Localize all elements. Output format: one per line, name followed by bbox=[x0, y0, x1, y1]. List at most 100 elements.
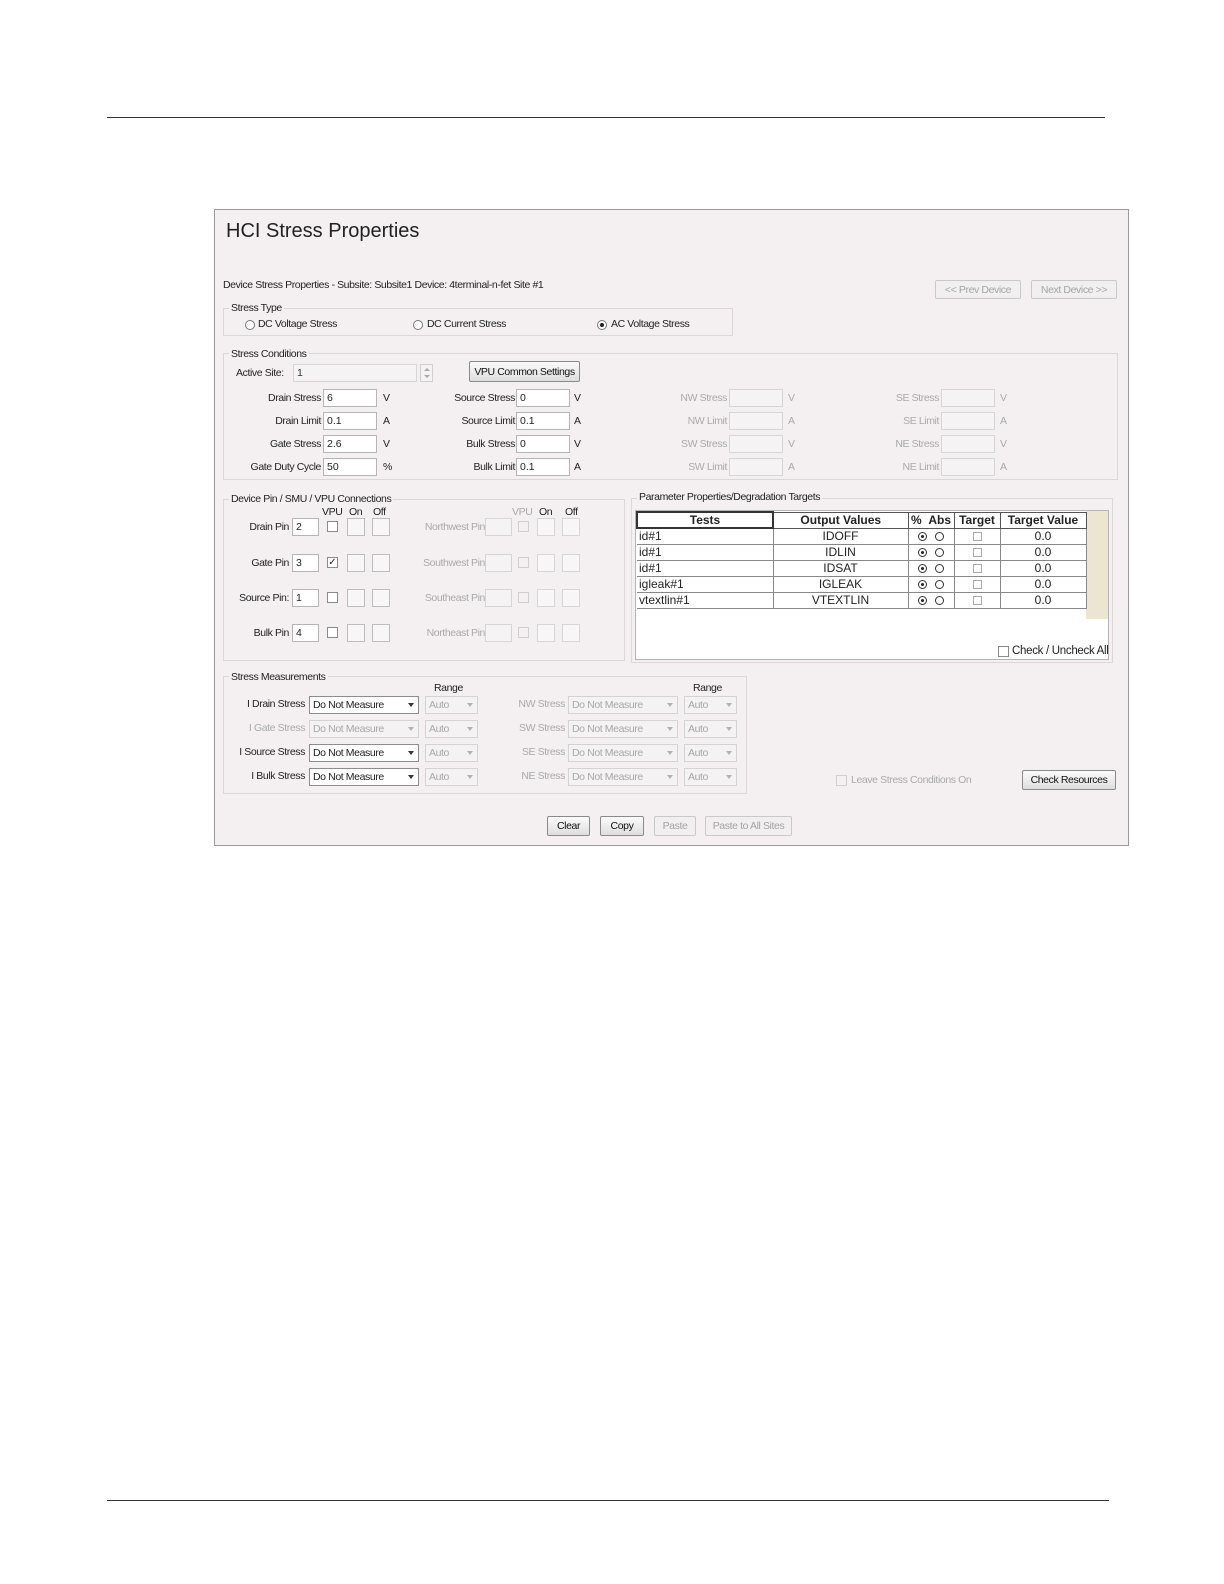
clear-button[interactable]: Clear bbox=[547, 816, 590, 836]
pct-radio[interactable] bbox=[918, 532, 927, 541]
col-tests[interactable]: Tests bbox=[636, 511, 774, 529]
ne-limit-field[interactable] bbox=[941, 458, 995, 476]
drain-pin-off-box[interactable] bbox=[372, 518, 390, 536]
table-row[interactable]: vtextlin#1 VTEXTLIN 0.0 bbox=[637, 592, 1087, 609]
i-gate-stress-select[interactable]: Do Not Measure bbox=[309, 720, 419, 738]
col-output-values[interactable]: Output Values bbox=[772, 511, 909, 529]
source-stress-field[interactable]: 0 bbox=[516, 389, 570, 407]
check-uncheck-all-checkbox[interactable] bbox=[998, 646, 1009, 657]
prev-device-button[interactable]: << Prev Device bbox=[935, 280, 1021, 299]
ne-stress-meas-select[interactable]: Do Not Measure bbox=[568, 768, 678, 786]
abs-radio[interactable] bbox=[935, 596, 944, 605]
source-pin-vpu-checkbox[interactable] bbox=[327, 592, 338, 603]
bulk-pin-vpu-checkbox[interactable] bbox=[327, 627, 338, 638]
i-gate-range-select[interactable]: Auto bbox=[425, 720, 478, 738]
table-row[interactable]: id#1 IDLIN 0.0 bbox=[637, 544, 1087, 561]
nw-limit-field[interactable] bbox=[729, 412, 783, 430]
i-source-stress-select[interactable]: Do Not Measure bbox=[309, 744, 419, 762]
abs-radio[interactable] bbox=[935, 532, 944, 541]
row-target-value[interactable]: 0.0 bbox=[1000, 528, 1087, 545]
drain-pin-vpu-checkbox[interactable] bbox=[327, 521, 338, 532]
col-pct-abs[interactable]: % Abs bbox=[907, 511, 955, 529]
gate-pin-on-box[interactable] bbox=[347, 554, 365, 572]
drain-limit-field[interactable]: 0.1 bbox=[323, 412, 377, 430]
southeast-pin-field[interactable] bbox=[485, 589, 512, 607]
dc-current-stress-radio[interactable] bbox=[413, 320, 423, 330]
gate-pin-vpu-checkbox[interactable]: ✓ bbox=[327, 557, 338, 568]
dc-voltage-stress-radio[interactable] bbox=[245, 320, 255, 330]
table-row[interactable]: id#1 IDSAT 0.0 bbox=[637, 560, 1087, 577]
source-limit-field[interactable]: 0.1 bbox=[516, 412, 570, 430]
leave-stress-conditions-on-checkbox[interactable] bbox=[836, 775, 847, 786]
gate-duty-cycle-field[interactable]: 50 bbox=[323, 458, 377, 476]
northwest-pin-on-box[interactable] bbox=[537, 518, 555, 536]
bulk-stress-field[interactable]: 0 bbox=[516, 435, 570, 453]
drain-stress-field[interactable]: 6 bbox=[323, 389, 377, 407]
drain-pin-field[interactable]: 2 bbox=[292, 518, 319, 536]
target-checkbox[interactable] bbox=[972, 580, 982, 589]
southwest-pin-field[interactable] bbox=[485, 554, 512, 572]
sw-stress-field[interactable] bbox=[729, 435, 783, 453]
northeast-pin-off-box[interactable] bbox=[562, 624, 580, 642]
source-pin-field[interactable]: 1 bbox=[292, 589, 319, 607]
target-checkbox[interactable] bbox=[972, 564, 982, 573]
drain-pin-on-box[interactable] bbox=[347, 518, 365, 536]
table-row[interactable]: igleak#1 IGLEAK 0.0 bbox=[637, 576, 1087, 593]
bulk-limit-field[interactable]: 0.1 bbox=[516, 458, 570, 476]
pct-radio[interactable] bbox=[918, 580, 927, 589]
se-stress-field[interactable] bbox=[941, 389, 995, 407]
nw-range-select[interactable]: Auto bbox=[684, 696, 737, 714]
vpu-common-settings-button[interactable]: VPU Common Settings bbox=[469, 361, 580, 382]
southeast-pin-vpu-checkbox[interactable] bbox=[518, 592, 529, 603]
target-checkbox[interactable] bbox=[972, 532, 982, 541]
i-drain-stress-select[interactable]: Do Not Measure bbox=[309, 696, 419, 714]
northeast-pin-field[interactable] bbox=[485, 624, 512, 642]
col-target[interactable]: Target bbox=[953, 511, 1001, 529]
northeast-pin-on-box[interactable] bbox=[537, 624, 555, 642]
sw-limit-field[interactable] bbox=[729, 458, 783, 476]
southwest-pin-off-box[interactable] bbox=[562, 554, 580, 572]
bulk-pin-off-box[interactable] bbox=[372, 624, 390, 642]
se-range-select[interactable]: Auto bbox=[684, 744, 737, 762]
i-bulk-range-select[interactable]: Auto bbox=[425, 768, 478, 786]
paste-button[interactable]: Paste bbox=[654, 816, 696, 836]
grid-scroll-area[interactable] bbox=[1086, 511, 1108, 619]
active-site-field[interactable]: 1 bbox=[293, 364, 417, 382]
active-site-spinner[interactable] bbox=[420, 364, 433, 382]
southeast-pin-on-box[interactable] bbox=[537, 589, 555, 607]
i-drain-range-select[interactable]: Auto bbox=[425, 696, 478, 714]
se-limit-field[interactable] bbox=[941, 412, 995, 430]
nw-stress-meas-select[interactable]: Do Not Measure bbox=[568, 696, 678, 714]
bulk-pin-on-box[interactable] bbox=[347, 624, 365, 642]
nw-stress-field[interactable] bbox=[729, 389, 783, 407]
i-bulk-stress-select[interactable]: Do Not Measure bbox=[309, 768, 419, 786]
target-checkbox[interactable] bbox=[972, 596, 982, 605]
gate-pin-field[interactable]: 3 bbox=[292, 554, 319, 572]
col-target-value[interactable]: Target Value bbox=[999, 511, 1087, 529]
row-target-value[interactable]: 0.0 bbox=[1000, 576, 1087, 593]
row-target-value[interactable]: 0.0 bbox=[1000, 560, 1087, 577]
paste-to-all-sites-button[interactable]: Paste to All Sites bbox=[705, 816, 792, 836]
gate-pin-off-box[interactable] bbox=[372, 554, 390, 572]
abs-radio[interactable] bbox=[935, 564, 944, 573]
abs-radio[interactable] bbox=[935, 548, 944, 557]
row-target-value[interactable]: 0.0 bbox=[1000, 592, 1087, 609]
copy-button[interactable]: Copy bbox=[600, 816, 644, 836]
southwest-pin-vpu-checkbox[interactable] bbox=[518, 557, 529, 568]
northwest-pin-field[interactable] bbox=[485, 518, 512, 536]
southeast-pin-off-box[interactable] bbox=[562, 589, 580, 607]
gate-stress-field[interactable]: 2.6 bbox=[323, 435, 377, 453]
se-stress-meas-select[interactable]: Do Not Measure bbox=[568, 744, 678, 762]
northwest-pin-off-box[interactable] bbox=[562, 518, 580, 536]
bulk-pin-field[interactable]: 4 bbox=[292, 624, 319, 642]
abs-radio[interactable] bbox=[935, 580, 944, 589]
northwest-pin-vpu-checkbox[interactable] bbox=[518, 521, 529, 532]
check-resources-button[interactable]: Check Resources bbox=[1022, 770, 1116, 790]
source-pin-on-box[interactable] bbox=[347, 589, 365, 607]
sw-range-select[interactable]: Auto bbox=[684, 720, 737, 738]
target-checkbox[interactable] bbox=[972, 548, 982, 557]
next-device-button[interactable]: Next Device >> bbox=[1031, 280, 1117, 299]
ac-voltage-stress-radio[interactable] bbox=[597, 320, 607, 330]
i-source-range-select[interactable]: Auto bbox=[425, 744, 478, 762]
ne-stress-field[interactable] bbox=[941, 435, 995, 453]
